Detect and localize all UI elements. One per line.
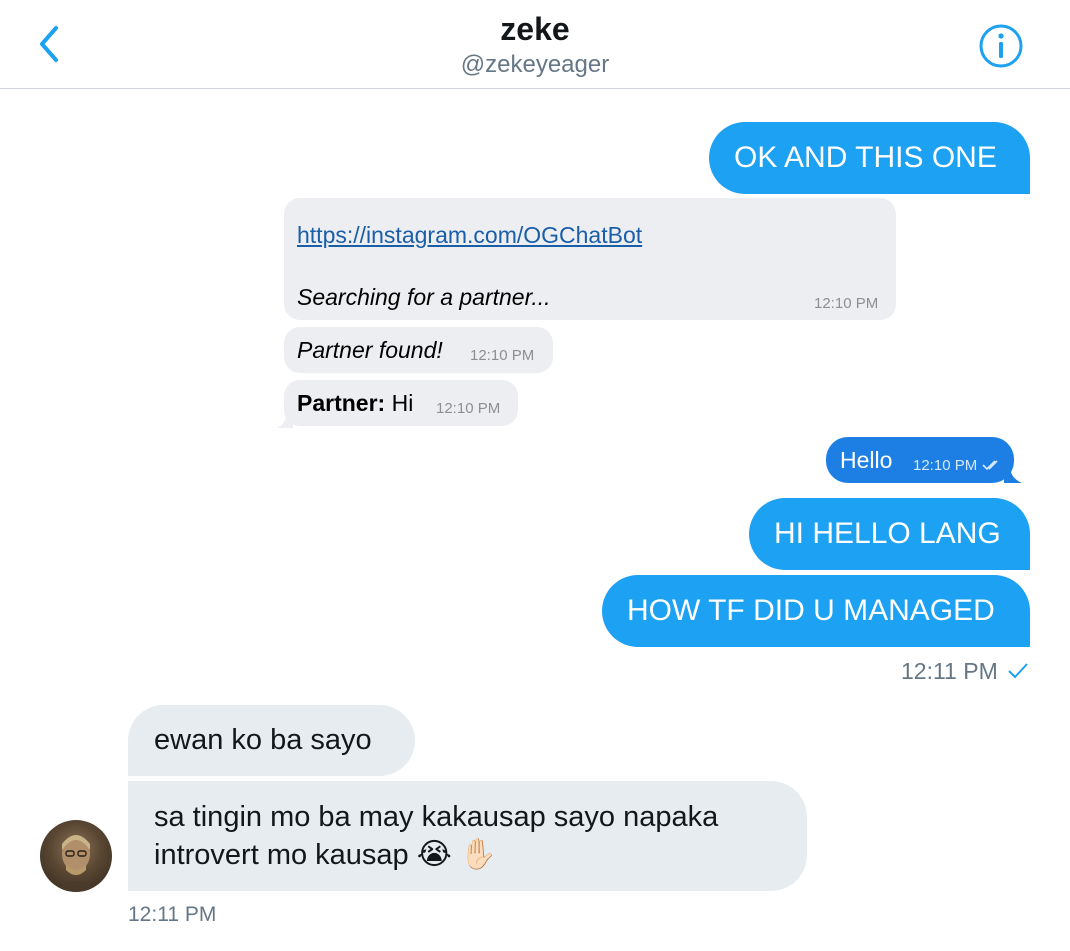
message-bubble-received[interactable]: ewan ko ba sayo xyxy=(128,705,415,776)
sent-timestamp: 12:11 PM xyxy=(901,658,998,685)
timestamp: 12:10 PM xyxy=(436,400,501,417)
instagram-link[interactable]: https://instagram.com/OGChatBot xyxy=(297,222,642,248)
timestamp: 12:10 PM xyxy=(913,457,978,474)
screenshot-bubble-partner: Partner: Hi 12:10 PM xyxy=(284,380,518,426)
timestamp-text: 12:11 PM xyxy=(901,658,998,684)
partner-message: Hi xyxy=(391,390,414,416)
conversation-title[interactable]: zeke xyxy=(0,11,1070,48)
message-text: HOW TF DID U MANAGED xyxy=(627,594,995,627)
conversation-header: zeke @zekeyeager xyxy=(0,0,1070,89)
raised-hand-icon: ✋🏻 xyxy=(459,837,498,872)
conversation-handle[interactable]: @zekeyeager xyxy=(0,51,1070,79)
double-check-icon xyxy=(982,460,998,471)
message-text: HI HELLO LANG xyxy=(774,517,1001,550)
avatar-portrait-icon xyxy=(52,835,100,892)
message-bubble-received[interactable]: sa tingin mo ba may kakausap sayo napaka… xyxy=(128,781,807,891)
bubble-tail-icon xyxy=(1004,469,1022,483)
dm-conversation: zeke @zekeyeager OK AND THIS ONE https:/… xyxy=(0,0,1070,951)
checkmark-icon xyxy=(1008,663,1028,679)
timestamp: 12:10 PM xyxy=(470,347,535,364)
message-text: OK AND THIS ONE xyxy=(734,141,997,174)
timestamp: 12:10 PM xyxy=(814,295,879,312)
message-bubble-sent[interactable]: HOW TF DID U MANAGED xyxy=(602,575,1030,647)
crying-face-icon: 😭 xyxy=(416,837,452,872)
message-bubble-sent[interactable]: OK AND THIS ONE xyxy=(709,122,1030,194)
info-icon xyxy=(979,24,1023,68)
message-bubble-sent[interactable]: HI HELLO LANG xyxy=(749,498,1030,570)
message-text-line: sa tingin mo ba may kakausap sayo napaka xyxy=(154,801,719,833)
partner-label: Partner: xyxy=(297,390,386,416)
avatar[interactable] xyxy=(40,820,112,892)
message-text-line: introvert mo kausap xyxy=(154,839,409,871)
searching-text: Searching for a partner... xyxy=(297,284,551,310)
screenshot-bubble-searching: https://instagram.com/OGChatBot Searchin… xyxy=(284,198,896,320)
message-text: ewan ko ba sayo xyxy=(154,724,372,756)
received-timestamp: 12:11 PM xyxy=(128,903,217,926)
hello-text: Hello xyxy=(840,447,893,473)
bubble-tail-icon xyxy=(277,414,293,428)
screenshot-bubble-hello: Hello 12:10 PM xyxy=(826,437,1014,483)
screenshot-bubble-found: Partner found! 12:10 PM xyxy=(284,327,553,373)
info-button[interactable] xyxy=(978,23,1024,69)
partner-found-text: Partner found! xyxy=(297,337,443,363)
